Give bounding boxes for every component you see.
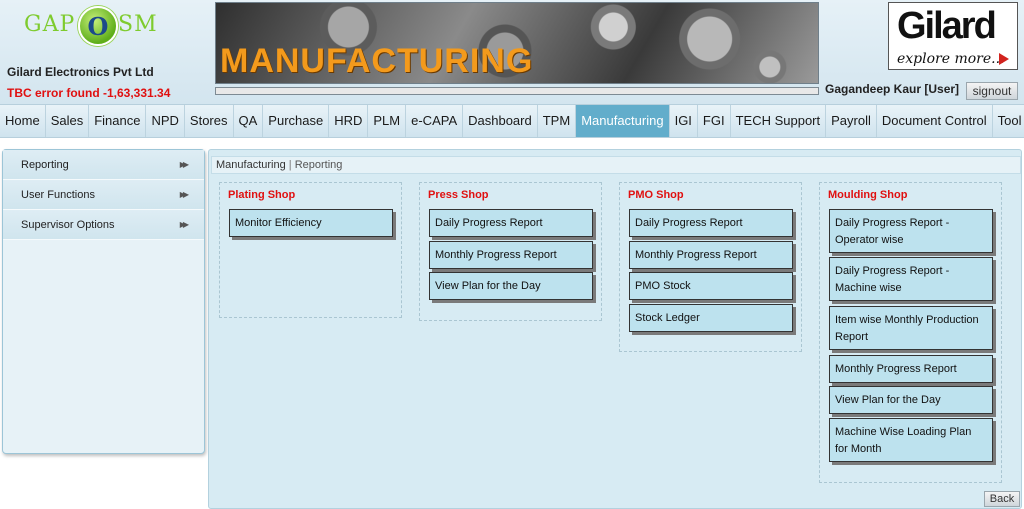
group-title: PMO Shop	[628, 189, 684, 201]
banner-strip	[215, 87, 819, 95]
manufacturing-banner: MANUFACTURING	[215, 2, 819, 84]
sidebar: Reporting ▶▶ User Functions ▶▶ Supervisor Op…	[2, 149, 205, 454]
main-nav: Home Sales Finance NPD Stores QA Purchase HRD PL…	[0, 104, 1024, 138]
group-press-shop: Press Shop Daily Progress Report Monthly P…	[419, 182, 602, 321]
nav-item-stores[interactable]: Stores	[185, 105, 234, 137]
gilard-logo: Gilard explore more...	[888, 2, 1018, 70]
back-button[interactable]: Back	[984, 491, 1020, 507]
banner-title: MANUFACTURING	[220, 42, 534, 80]
nav-item-plm[interactable]: PLM	[368, 105, 407, 137]
report-button-monthly-progress-report[interactable]: Monthly Progress Report	[629, 241, 793, 269]
nav-item-npd[interactable]: NPD	[146, 105, 185, 137]
group-plating-shop: Plating Shop Monitor Efficiency	[219, 182, 402, 318]
logo-left-text: GAP	[24, 12, 76, 37]
sidebar-item-user-functions[interactable]: User Functions ▶▶	[3, 180, 204, 210]
sidebar-item-label: Supervisor Options	[21, 219, 115, 231]
signout-button[interactable]: signout	[966, 82, 1018, 100]
report-button-monthly-progress-report[interactable]: Monthly Progress Report	[829, 355, 993, 383]
group-title: Plating Shop	[228, 189, 296, 201]
nav-item-igi[interactable]: IGI	[670, 105, 698, 137]
group-title: Press Shop	[428, 189, 489, 201]
sidebar-item-label: Reporting	[21, 159, 69, 171]
breadcrumb-separator: |	[288, 159, 292, 171]
report-button-daily-progress-report[interactable]: Daily Progress Report	[629, 209, 793, 237]
nav-item-hrd[interactable]: HRD	[329, 105, 369, 137]
report-button-monitor-efficiency[interactable]: Monitor Efficiency	[229, 209, 393, 237]
report-button-view-plan-for-the-day[interactable]: View Plan for the Day	[829, 386, 993, 414]
sidebar-item-label: User Functions	[21, 189, 95, 201]
sidebar-item-supervisor-options[interactable]: Supervisor Options ▶▶	[3, 210, 204, 240]
brand-tagline: explore more...	[897, 51, 1005, 67]
group-title: Moulding Shop	[828, 189, 908, 201]
nav-item-document-control[interactable]: Document Control	[877, 105, 993, 137]
report-button-machine-wise-loading-plan-for-month[interactable]: Machine Wise Loading Plan for Month	[829, 418, 993, 462]
nav-item-purchase[interactable]: Purchase	[263, 105, 330, 137]
breadcrumb-section[interactable]: Manufacturing	[216, 159, 286, 171]
report-button-monthly-progress-report[interactable]: Monthly Progress Report	[429, 241, 593, 269]
company-name: Gilard Electronics Pvt Ltd	[7, 65, 154, 79]
breadcrumb-current: Reporting	[294, 159, 343, 171]
header: GAP O SM Gilard Electronics Pvt Ltd TBC …	[0, 0, 1024, 104]
nav-item-finance[interactable]: Finance	[89, 105, 147, 137]
report-button-pmo-stock[interactable]: PMO Stock	[629, 272, 793, 300]
breadcrumb: Manufacturing | Reporting	[216, 159, 342, 171]
nav-item-tech-support[interactable]: TECH Support	[731, 105, 827, 137]
double-chevron-right-icon: ▶▶	[179, 190, 189, 199]
logo-center-text: O	[87, 12, 109, 41]
logo-circle-icon: O	[78, 6, 118, 46]
nav-item-fgi[interactable]: FGI	[698, 105, 731, 137]
logo-right-text: SM	[118, 12, 158, 37]
gaposm-logo: GAP O SM	[18, 6, 168, 58]
user-name: Gagandeep Kaur [User]	[825, 82, 960, 96]
tbc-error-message: TBC error found -1,63,331.34	[7, 86, 171, 100]
main-panel: Manufacturing | Reporting Plating Shop Mo…	[208, 149, 1022, 509]
report-button-item-wise-monthly-production-report[interactable]: Item wise Monthly Production Report	[829, 306, 993, 350]
brand-name: Gilard	[897, 5, 997, 47]
group-moulding-shop: Moulding Shop Daily Progress Report - Ope…	[819, 182, 1002, 483]
nav-item-e-capa[interactable]: e-CAPA	[406, 105, 464, 137]
sidebar-item-reporting[interactable]: Reporting ▶▶	[3, 150, 204, 180]
nav-item-tpm[interactable]: TPM	[538, 105, 577, 137]
breadcrumb-bar: Manufacturing | Reporting	[211, 156, 1021, 174]
nav-item-payroll[interactable]: Payroll	[826, 105, 877, 137]
nav-item-home[interactable]: Home	[0, 105, 46, 137]
report-button-daily-progress-report[interactable]: Daily Progress Report	[429, 209, 593, 237]
report-button-daily-progress-report-machine-wise[interactable]: Daily Progress Report - Machine wise	[829, 257, 993, 301]
nav-item-sales[interactable]: Sales	[46, 105, 90, 137]
group-pmo-shop: PMO Shop Daily Progress Report Monthly Pro…	[619, 182, 802, 352]
nav-item-qa[interactable]: QA	[234, 105, 264, 137]
nav-item-dashboard[interactable]: Dashboard	[463, 105, 538, 137]
brand-arrow-icon	[999, 53, 1009, 65]
report-button-daily-progress-report-operator-wise[interactable]: Daily Progress Report - Operator wise	[829, 209, 993, 253]
double-chevron-right-icon: ▶▶	[179, 160, 189, 169]
nav-item-tool-room[interactable]: Tool Room	[993, 105, 1024, 137]
nav-item-manufacturing[interactable]: Manufacturing	[576, 105, 670, 137]
report-button-view-plan-for-the-day[interactable]: View Plan for the Day	[429, 272, 593, 300]
report-button-stock-ledger[interactable]: Stock Ledger	[629, 304, 793, 332]
double-chevron-right-icon: ▶▶	[179, 220, 189, 229]
